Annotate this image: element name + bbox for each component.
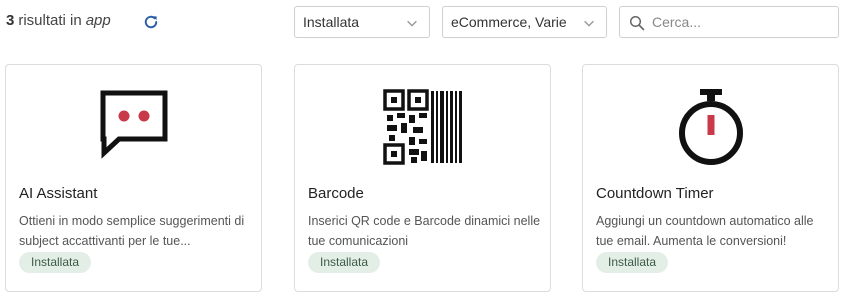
search-box <box>619 6 839 38</box>
app-card-barcode[interactable]: Barcode Inserici QR code e Barcode dinam… <box>294 64 551 292</box>
app-art <box>6 89 261 169</box>
toolbar: 3 risultati in app Installata eCommerce,… <box>0 0 845 44</box>
category-filter-value: eCommerce, Varie <box>451 14 567 30</box>
app-card-ai-assistant[interactable]: AI Assistant Ottieni in modo semplice su… <box>5 64 262 292</box>
results-scope: app <box>85 12 111 29</box>
chat-bubble-icon <box>100 90 167 159</box>
results-text: risultati in <box>18 12 82 29</box>
app-art <box>295 89 550 169</box>
app-art <box>583 89 838 169</box>
stopwatch-icon <box>678 89 743 165</box>
app-title: AI Assistant <box>19 185 98 202</box>
status-badge: Installata <box>308 252 381 273</box>
search-icon <box>629 15 645 31</box>
status-badge: Installata <box>596 252 669 273</box>
qr-barcode-icon <box>382 89 462 165</box>
app-card-countdown-timer[interactable]: Countdown Timer Aggiungi un countdown au… <box>582 64 839 292</box>
app-description: Ottieni in modo semplice suggerimenti di… <box>19 214 245 248</box>
results-summary: 3 risultati in app <box>6 12 111 29</box>
app-title: Barcode <box>308 185 364 202</box>
status-filter-select[interactable]: Installata <box>294 6 430 38</box>
app-title: Countdown Timer <box>596 185 714 202</box>
chevron-down-icon <box>407 20 417 27</box>
category-filter-select[interactable]: eCommerce, Varie <box>442 6 607 38</box>
app-description: Aggiungi un countdown automatico alle tu… <box>596 214 814 248</box>
status-badge: Installata <box>19 252 92 273</box>
status-filter-value: Installata <box>303 14 360 30</box>
refresh-icon[interactable] <box>142 13 160 31</box>
search-input[interactable] <box>652 12 832 32</box>
results-count: 3 <box>6 12 15 29</box>
app-description: Inserici QR code e Barcode dinamici nell… <box>308 214 541 248</box>
chevron-down-icon <box>584 20 594 27</box>
